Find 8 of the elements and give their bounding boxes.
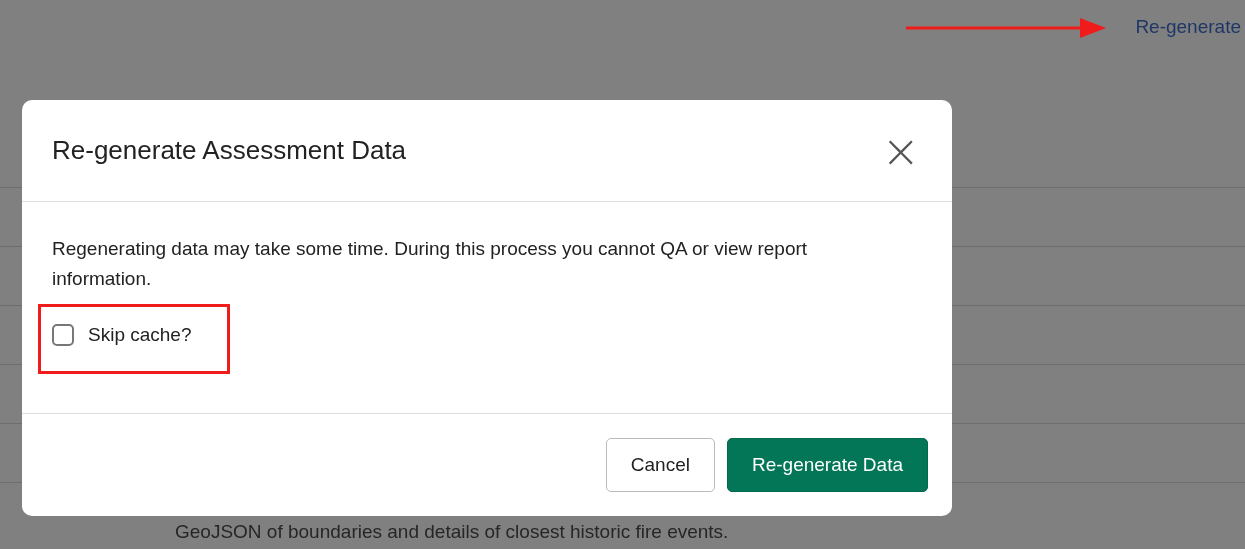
dialog-title: Re-generate Assessment Data [52, 135, 407, 166]
checkbox-label: Skip cache? [88, 324, 192, 346]
description-text: GeoJSON of boundaries and details of closest historic fire events. [175, 521, 729, 543]
close-button[interactable]: × [877, 127, 924, 174]
checkbox[interactable] [52, 324, 74, 346]
regenerate-button[interactable]: Re-generate Data [726, 438, 928, 492]
dialog-message: Regenerating data may take some time. During this process you cannot QA or view report information. [52, 237, 809, 291]
cancel-button[interactable]: Cancel [605, 438, 715, 492]
